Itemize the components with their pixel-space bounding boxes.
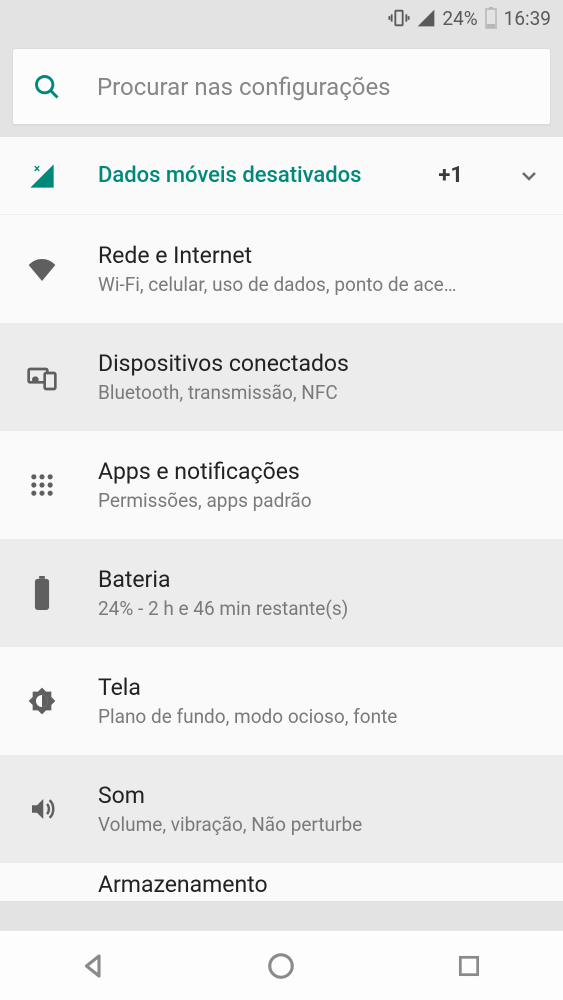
navigation-bar (0, 930, 563, 1000)
item-title: Tela (98, 674, 541, 701)
item-title: Bateria (98, 566, 541, 593)
battery-icon (484, 7, 498, 29)
item-title: Rede e Internet (98, 242, 541, 269)
nav-home-button[interactable] (262, 947, 300, 985)
item-subtitle: 24% - 2 h e 46 min restante(s) (98, 597, 541, 620)
settings-item-storage-partial[interactable]: Armazenamento (0, 863, 563, 901)
item-subtitle: Plano de fundo, modo ocioso, fonte (98, 705, 541, 728)
item-subtitle: Volume, vibração, Não perturbe (98, 813, 541, 836)
item-text: Dispositivos conectados Bluetooth, trans… (98, 350, 541, 404)
item-title: Som (98, 782, 541, 809)
brightness-icon (22, 685, 62, 717)
item-text: Apps e notificações Permissões, apps pad… (98, 458, 541, 512)
battery-percentage: 24% (442, 7, 477, 30)
item-subtitle: Wi-Fi, celular, uso de dados, ponto de a… (98, 273, 541, 296)
item-title: Armazenamento (98, 871, 268, 898)
chevron-down-icon[interactable] (517, 164, 541, 188)
devices-icon (22, 361, 62, 393)
item-text: Rede e Internet Wi-Fi, celular, uso de d… (98, 242, 541, 296)
settings-item-sound[interactable]: Som Volume, vibração, Não perturbe (0, 755, 563, 863)
settings-item-connected-devices[interactable]: Dispositivos conectados Bluetooth, trans… (0, 323, 563, 431)
settings-item-battery[interactable]: Bateria 24% - 2 h e 46 min restante(s) (0, 539, 563, 647)
apps-icon (22, 471, 62, 499)
status-icons: 24% 16:39 (388, 7, 551, 30)
item-title: Apps e notificações (98, 458, 541, 485)
item-text: Som Volume, vibração, Não perturbe (98, 782, 541, 836)
search-icon (33, 73, 61, 101)
clock: 16:39 (504, 7, 551, 30)
signal-icon (416, 8, 436, 28)
battery-item-icon (22, 576, 62, 610)
item-subtitle: Permissões, apps padrão (98, 489, 541, 512)
settings-item-display[interactable]: Tela Plano de fundo, modo ocioso, fonte (0, 647, 563, 755)
search-placeholder: Procurar nas configurações (97, 73, 391, 101)
wifi-icon (22, 253, 62, 285)
nav-back-button[interactable] (75, 947, 113, 985)
settings-list: Rede e Internet Wi-Fi, celular, uso de d… (0, 215, 563, 930)
item-title: Dispositivos conectados (98, 350, 541, 377)
suggestion-badge: +1 (438, 163, 463, 188)
settings-item-apps[interactable]: Apps e notificações Permissões, apps pad… (0, 431, 563, 539)
settings-item-network[interactable]: Rede e Internet Wi-Fi, celular, uso de d… (0, 215, 563, 323)
svg-text:×: × (34, 162, 40, 176)
sound-icon (22, 794, 62, 824)
item-text: Tela Plano de fundo, modo ocioso, fonte (98, 674, 541, 728)
item-subtitle: Bluetooth, transmissão, NFC (98, 381, 541, 404)
suggestion-row[interactable]: × Dados móveis desativados +1 (0, 137, 563, 215)
status-bar: 24% 16:39 (0, 0, 563, 36)
mobile-data-off-icon: × (22, 162, 62, 190)
vibrate-icon (388, 7, 410, 29)
suggestion-text: Dados móveis desativados (98, 163, 402, 188)
item-text: Bateria 24% - 2 h e 46 min restante(s) (98, 566, 541, 620)
nav-recents-button[interactable] (450, 947, 488, 985)
search-bar[interactable]: Procurar nas configurações (12, 48, 551, 125)
